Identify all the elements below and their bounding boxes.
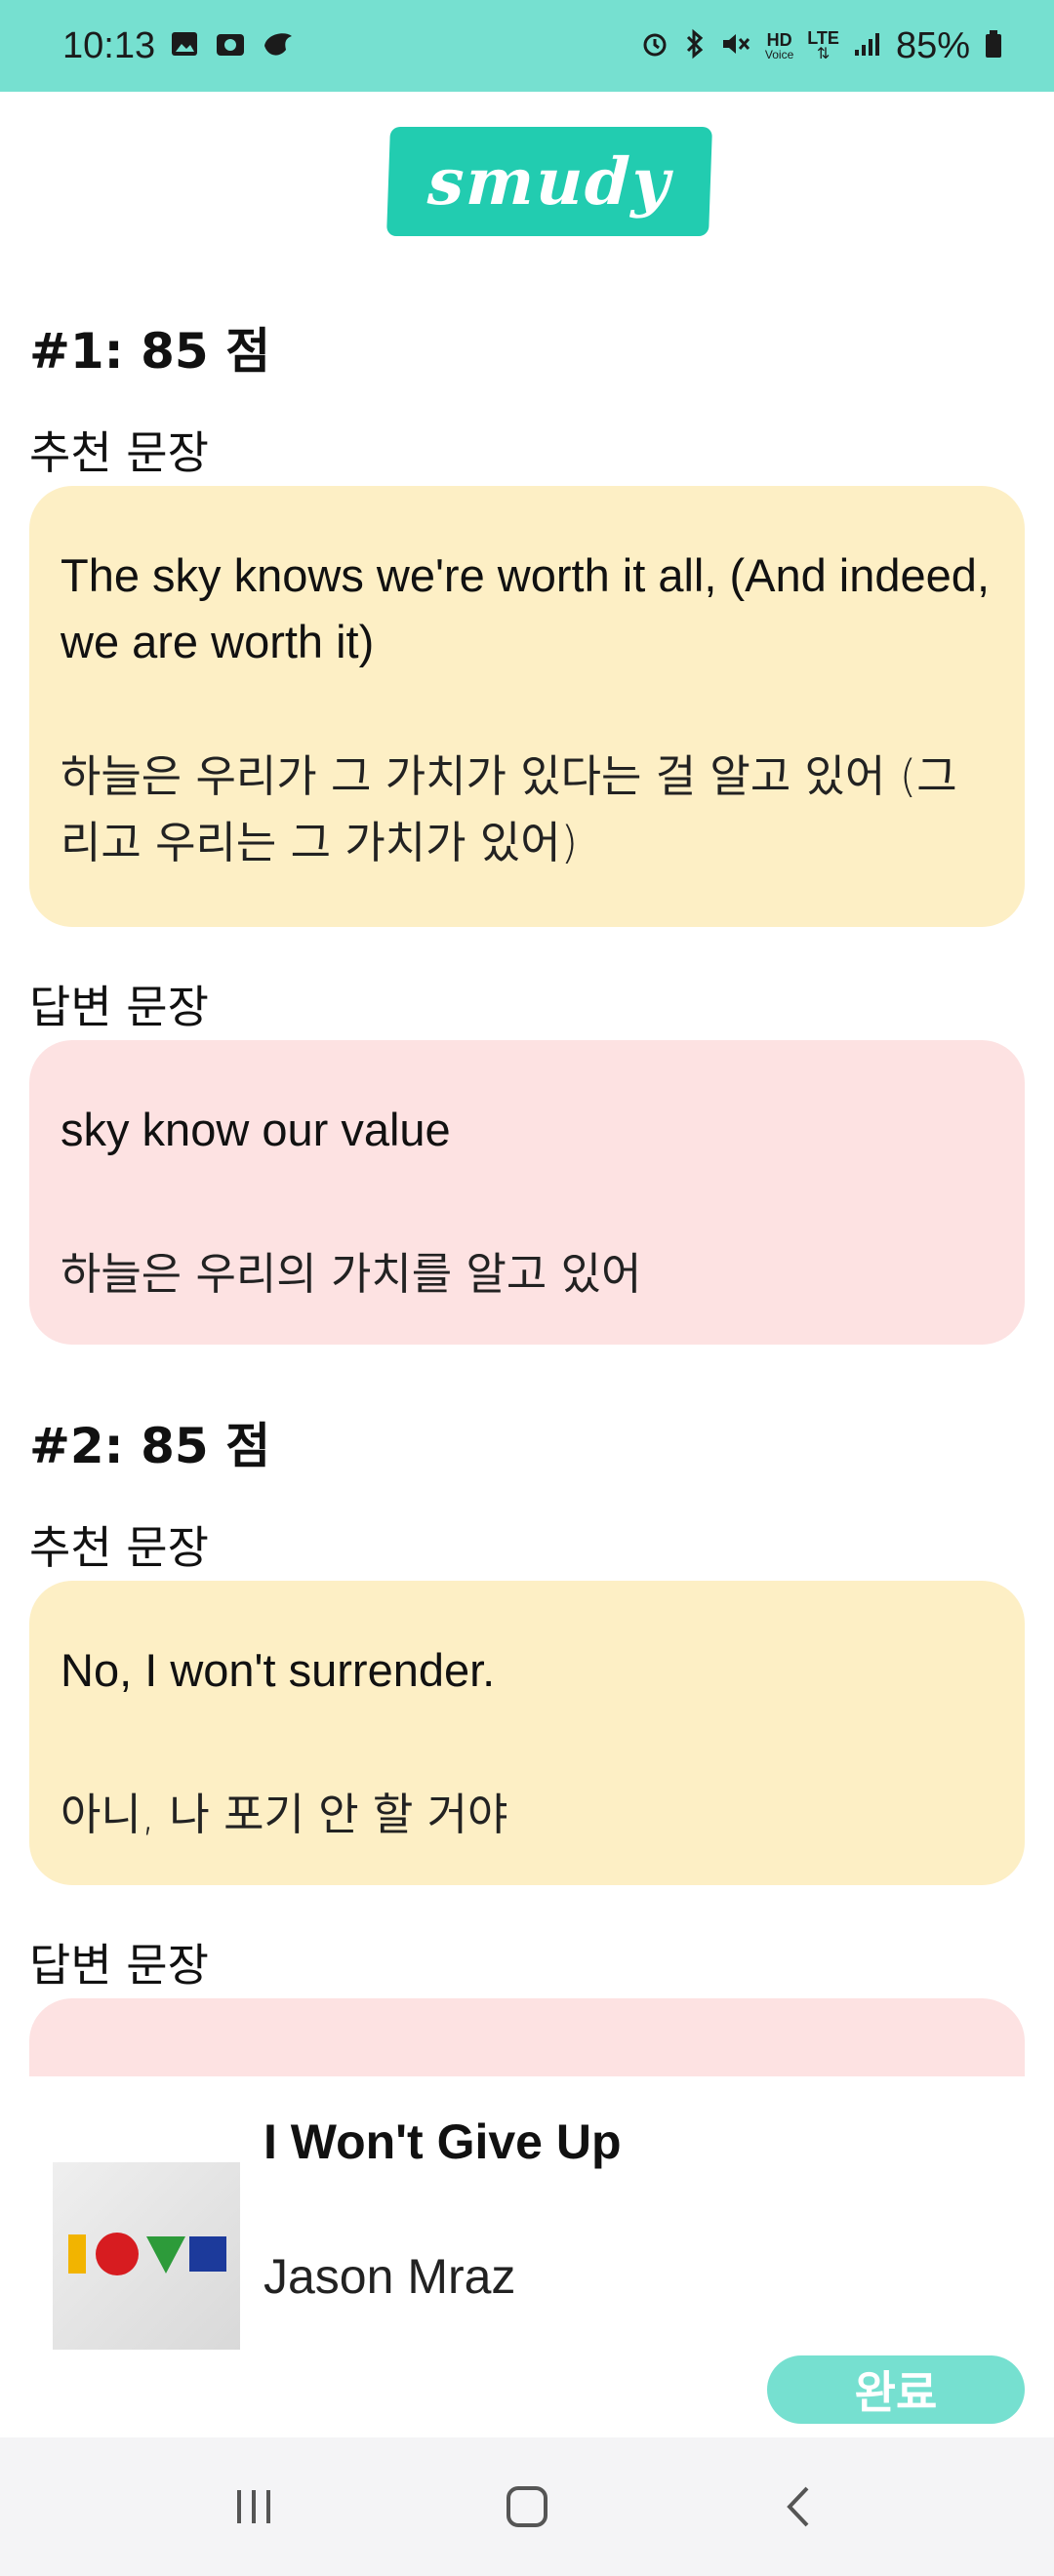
home-button[interactable]	[478, 2458, 576, 2556]
done-button[interactable]: 완료	[767, 2355, 1025, 2424]
score-title: #2: 85 점	[29, 1418, 271, 1474]
lte-label: LTE	[807, 28, 839, 48]
alarm-icon	[640, 29, 669, 63]
result-1-answer-label: 답변 문장	[29, 972, 1025, 1036]
recents-button[interactable]	[205, 2458, 303, 2556]
result-1-answer-card: sky know our value 하늘은 우리의 가치를 알고 있어	[29, 1040, 1025, 1345]
result-2-recommended-card: No, I won't surrender. 아니, 나 포기 안 할 거야	[29, 1581, 1025, 1885]
mute-icon	[720, 29, 751, 63]
back-button[interactable]	[751, 2458, 849, 2556]
result-2-recommended-label: 추천 문장	[29, 1512, 1025, 1577]
now-playing-panel: I Won't Give Up Jason Mraz 완료	[0, 2076, 1054, 2437]
album-yellow-bar	[68, 2234, 86, 2274]
recommended-korean-text: 아니, 나 포기 안 할 거야	[61, 1789, 508, 1840]
result-1-recommended-label: 추천 문장	[29, 418, 1025, 482]
status-bar-left: 10:13	[62, 25, 296, 67]
image-icon	[169, 28, 200, 64]
answer-korean-text: 하늘은 우리의 가치를 알고 있어	[61, 1248, 642, 1300]
result-1-score-title: #1: 85 점	[29, 312, 1025, 382]
hd-voice-indicator: HD Voice	[765, 31, 793, 60]
status-bar: 10:13 HD Voice LTE ⇅ 85%	[0, 0, 1054, 92]
album-cover	[53, 2162, 240, 2350]
score-title: #1: 85 점	[29, 323, 271, 380]
cloud-icon	[214, 28, 247, 64]
section-label: 추천 문장	[29, 426, 209, 479]
signal-icon	[853, 30, 882, 62]
result-2-score-title: #2: 85 점	[29, 1407, 1025, 1477]
answer-english-text: sky know our value	[61, 1104, 451, 1155]
bird-icon	[261, 28, 296, 64]
clock: 10:13	[62, 24, 156, 66]
album-green-triangle	[146, 2236, 185, 2274]
lte-arrows: ⇅	[816, 46, 831, 62]
battery-icon	[984, 28, 1003, 64]
lte-indicator: LTE ⇅	[807, 29, 839, 62]
recommended-english-text: The sky knows we're worth it all, (And i…	[61, 549, 991, 667]
results-list[interactable]: #1: 85 점 추천 문장 The sky knows we're worth…	[29, 293, 1025, 2078]
logo-text: smudy	[426, 143, 673, 220]
album-blue-square	[189, 2236, 226, 2272]
app-logo: smudy	[386, 127, 712, 236]
recents-icon	[237, 2490, 270, 2523]
artist-name: Jason Mraz	[264, 2249, 516, 2304]
section-label: 답변 문장	[29, 981, 209, 1033]
result-2-answer-card	[29, 1998, 1025, 2078]
recommended-english-text: No, I won't surrender.	[61, 1644, 496, 1696]
result-2-answer-label: 답변 문장	[29, 1930, 1025, 1994]
system-nav-bar	[0, 2437, 1054, 2576]
hd-label: HD	[766, 30, 792, 50]
voice-label: Voice	[764, 48, 794, 61]
result-1-recommended-card: The sky knows we're worth it all, (And i…	[29, 486, 1025, 927]
song-title: I Won't Give Up	[264, 2114, 622, 2169]
home-icon	[507, 2486, 547, 2527]
section-label: 추천 문장	[29, 1521, 209, 1574]
recommended-korean-text: 하늘은 우리가 그 가치가 있다는 걸 알고 있어 (그리고 우리는 그 가치가…	[61, 750, 957, 868]
bluetooth-icon	[683, 28, 707, 64]
status-bar-right: HD Voice LTE ⇅ 85%	[640, 25, 1003, 67]
section-label: 답변 문장	[29, 1939, 209, 1992]
battery-percent: 85%	[895, 24, 970, 66]
back-icon	[787, 2486, 809, 2527]
album-red-circle	[96, 2233, 139, 2275]
